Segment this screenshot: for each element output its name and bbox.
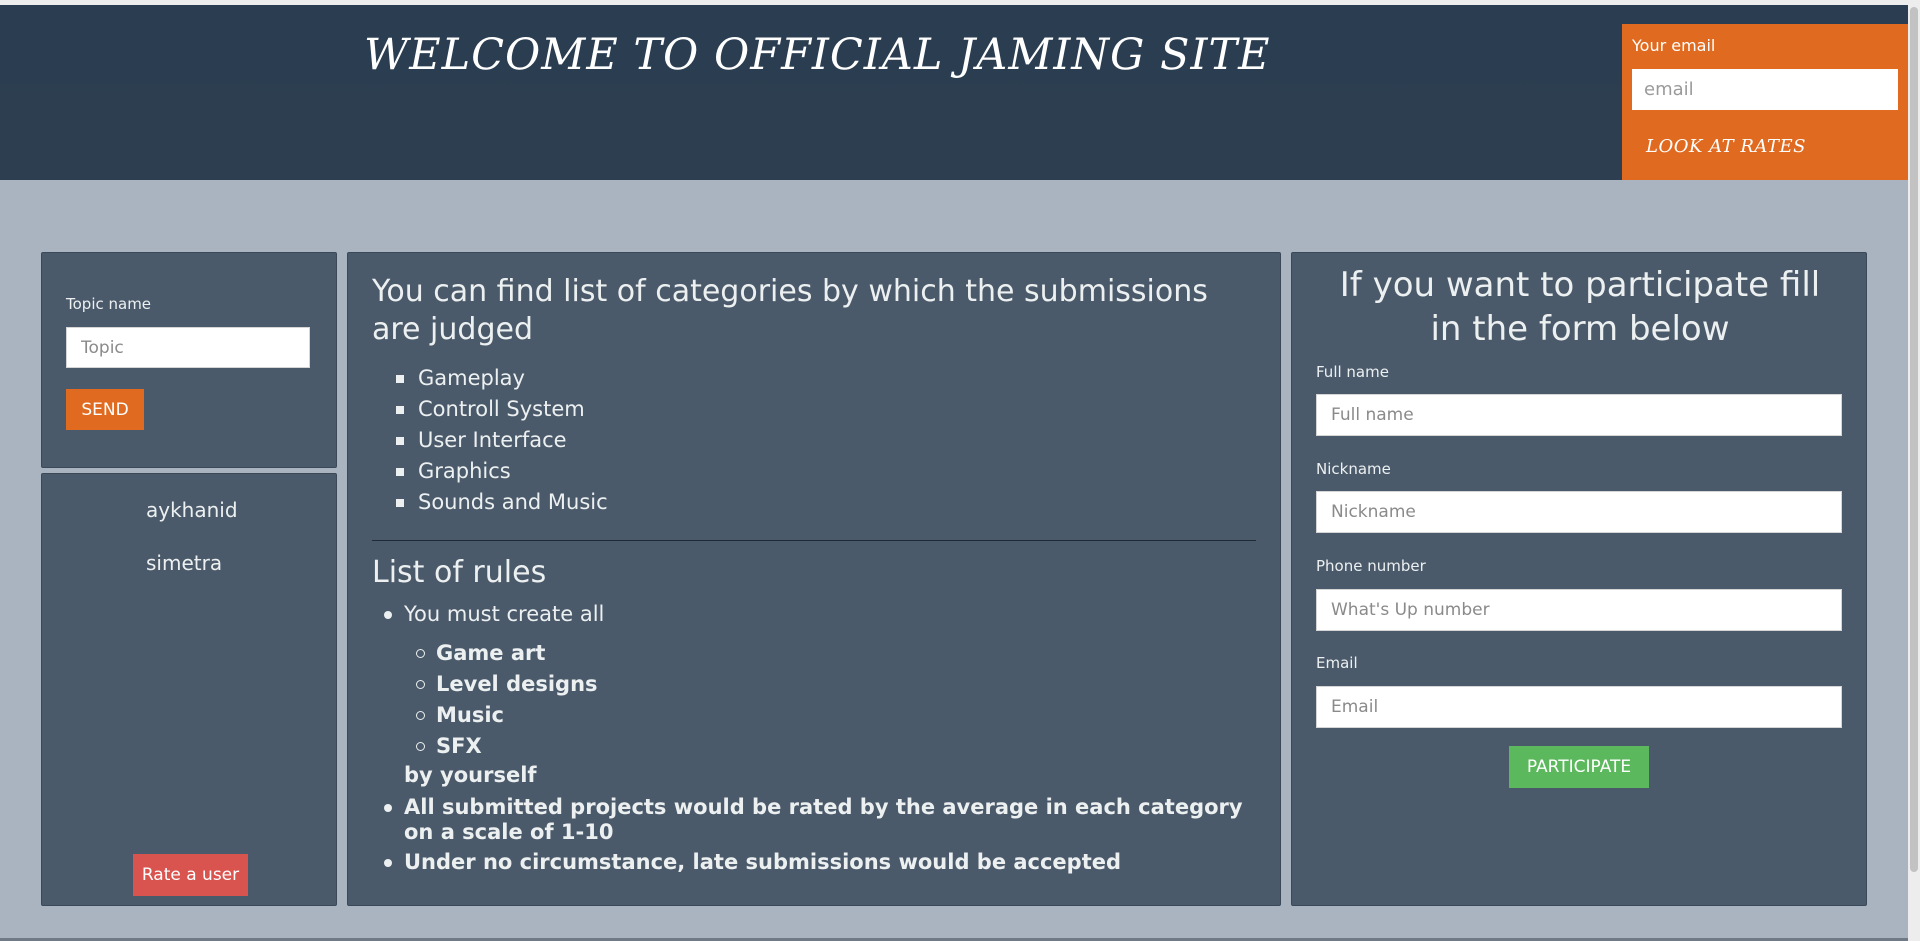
send-button[interactable]: SEND — [66, 389, 144, 430]
nickname-input[interactable] — [1316, 491, 1842, 533]
email-input[interactable] — [1632, 69, 1898, 110]
rule-item: All submitted projects would be rated by… — [384, 795, 1264, 845]
user-item[interactable]: aykhanid — [146, 498, 238, 522]
email-box: Your email LOOK AT RATES — [1622, 24, 1908, 180]
user-item[interactable]: simetra — [146, 551, 222, 575]
rule-subitem: Music — [416, 703, 504, 727]
topic-label: Topic name — [66, 295, 152, 313]
divider — [372, 540, 1256, 541]
category-item: Gameplay — [396, 363, 608, 394]
rule-item: Under no circumstance, late submissions … — [383, 850, 1122, 874]
rule-outro: by yourself — [404, 763, 537, 787]
vertical-scrollbar[interactable] — [1908, 5, 1920, 941]
categories-heading: You can find list of categories by which… — [372, 274, 1208, 347]
email-form-input[interactable] — [1316, 686, 1842, 728]
users-panel: aykhanid simetra Rate a user — [41, 473, 337, 906]
category-item: Graphics — [396, 456, 608, 487]
category-item: Controll System — [396, 394, 608, 425]
rules-panel: You can find list of categories by which… — [347, 252, 1281, 906]
email-form-label: Email — [1316, 654, 1358, 672]
participation-form: If you want to participate fill in the f… — [1291, 252, 1867, 906]
categories-list: Gameplay Controll System User Interface … — [396, 363, 608, 518]
phone-label: Phone number — [1316, 557, 1426, 575]
participate-button[interactable]: PARTICIPATE — [1509, 746, 1649, 788]
site-title: WELCOME TO OFFICIAL JAMING SITE — [364, 30, 1271, 80]
nickname-label: Nickname — [1316, 460, 1391, 478]
rules-heading: List of rules — [372, 555, 547, 590]
topic-panel: Topic name SEND — [41, 252, 337, 468]
rule-item: You must create all — [383, 602, 605, 626]
rule-subitem: SFX — [416, 734, 482, 758]
scrollbar-thumb[interactable] — [1910, 7, 1918, 872]
category-item: User Interface — [396, 425, 608, 456]
topic-input[interactable] — [66, 327, 310, 368]
email-label: Your email — [1632, 36, 1716, 55]
fullname-input[interactable] — [1316, 394, 1842, 436]
category-item: Sounds and Music — [396, 487, 608, 518]
form-heading: If you want to participate fill in the f… — [1339, 265, 1821, 349]
rate-user-button[interactable]: Rate a user — [133, 854, 248, 896]
fullname-label: Full name — [1316, 363, 1389, 381]
phone-input[interactable] — [1316, 589, 1842, 631]
rule-subitem: Level designs — [416, 672, 598, 696]
look-at-rates-button[interactable]: LOOK AT RATES — [1646, 136, 1806, 157]
rule-subitem: Game art — [415, 641, 546, 665]
